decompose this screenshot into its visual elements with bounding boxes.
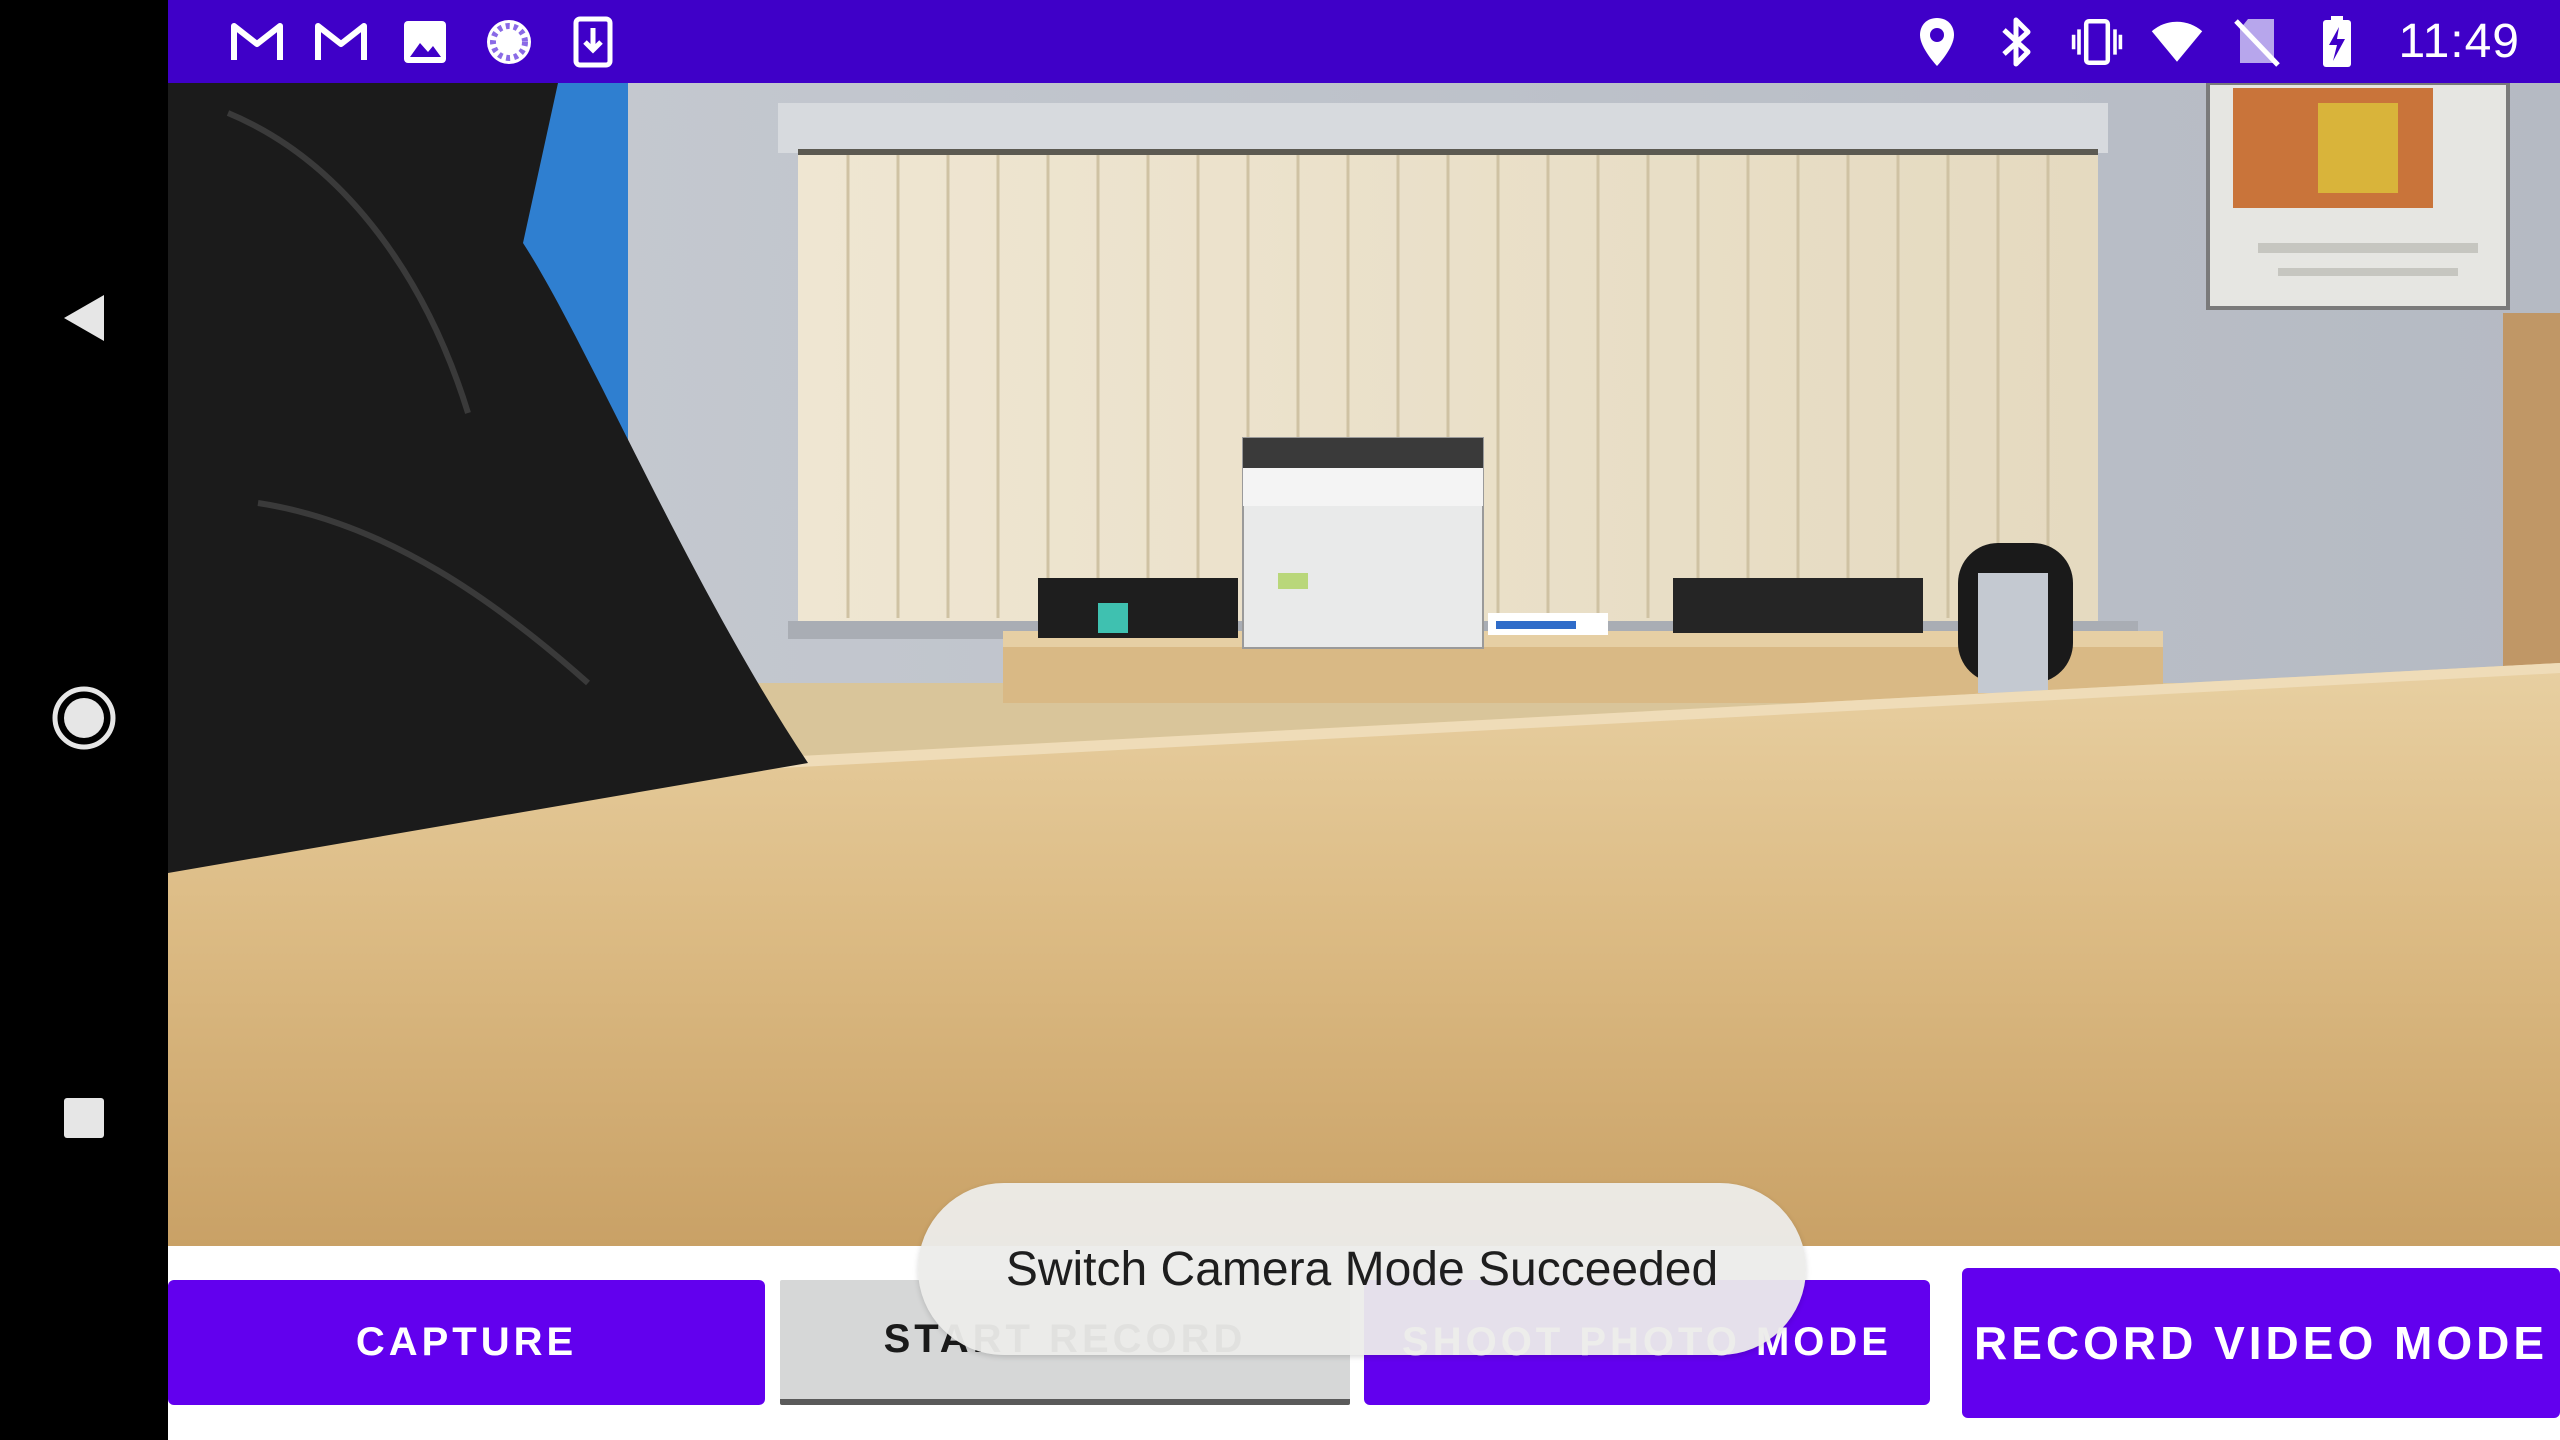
- back-icon: [62, 293, 106, 348]
- battery-charging-icon: [2310, 15, 2364, 69]
- download-icon: [566, 15, 620, 69]
- status-clock: 11:49: [2398, 15, 2520, 68]
- app-screen: 11:49 CAPTURE MODE RECORD VIDEO MODE Swi…: [0, 0, 2560, 1440]
- vibrate-icon: [2070, 15, 2124, 69]
- record-video-mode-button[interactable]: RECORD VIDEO MODE: [1962, 1268, 2560, 1418]
- home-icon: [51, 685, 117, 756]
- toast-message: Switch Camera Mode Succeeded: [918, 1183, 1806, 1355]
- gmail-icon: [314, 15, 368, 69]
- back-button[interactable]: [0, 240, 168, 400]
- recents-icon: [62, 1096, 106, 1145]
- no-sim-icon: [2230, 15, 2284, 69]
- image-icon: [398, 15, 452, 69]
- system-icons: 11:49: [1910, 0, 2520, 83]
- camera-live-view: [168, 83, 2560, 1246]
- sync-icon: [482, 15, 536, 69]
- status-bar: 11:49: [168, 0, 2560, 83]
- capture-button[interactable]: CAPTURE: [168, 1280, 765, 1405]
- navigation-bar: [0, 0, 168, 1440]
- bluetooth-icon: [1990, 15, 2044, 69]
- recents-button[interactable]: [0, 1040, 168, 1200]
- camera-preview[interactable]: [168, 83, 2560, 1246]
- location-icon: [1910, 15, 1964, 69]
- wifi-icon: [2150, 15, 2204, 69]
- home-button[interactable]: [0, 640, 168, 800]
- gmail-icon: [230, 15, 284, 69]
- notification-icons: [230, 0, 620, 83]
